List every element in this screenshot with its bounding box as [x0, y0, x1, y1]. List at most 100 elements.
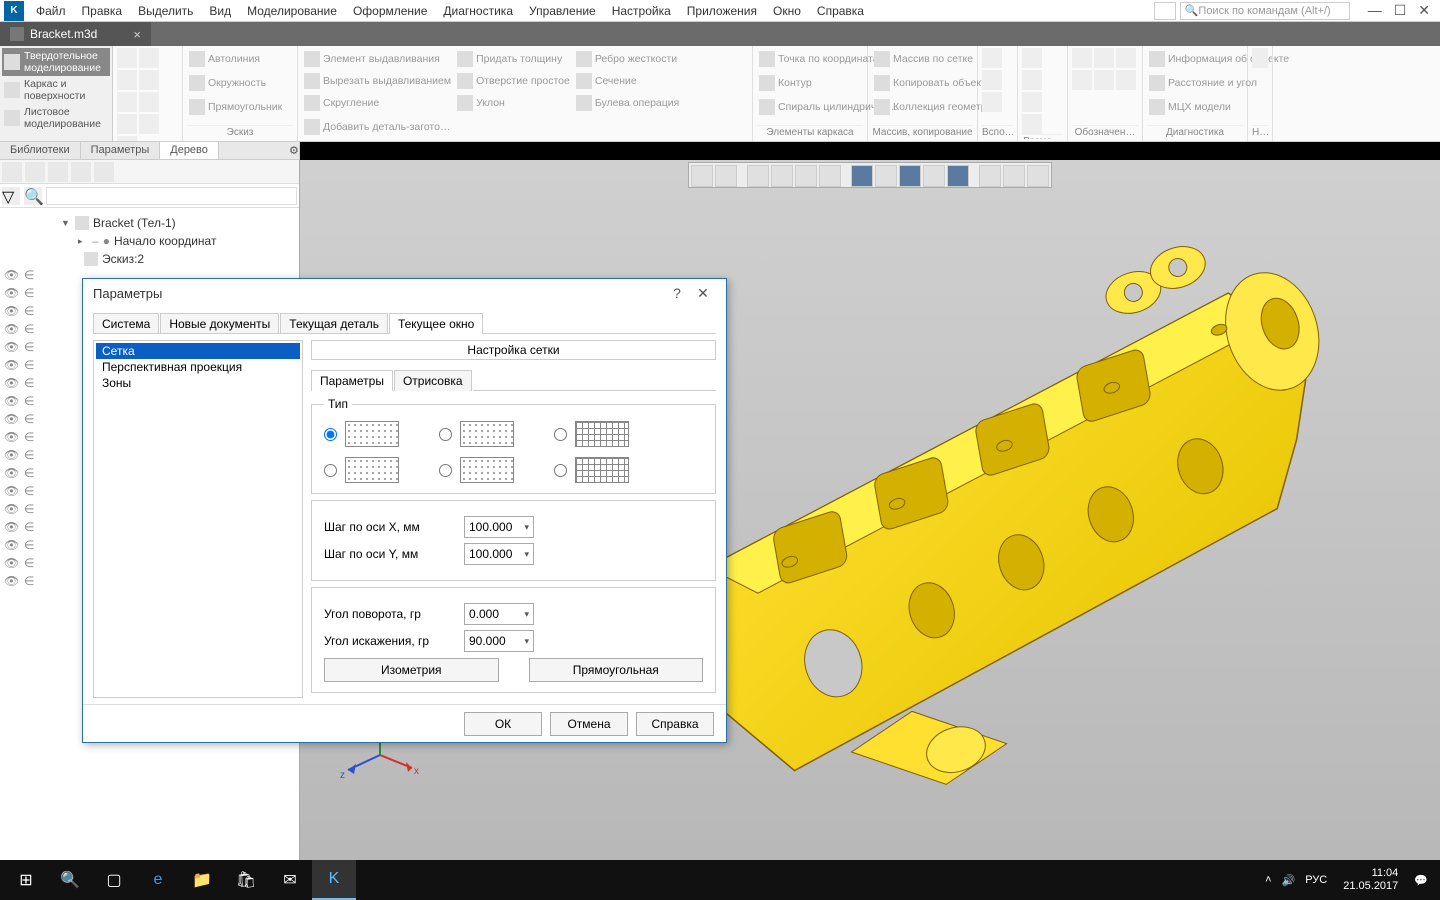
ribbon-btn[interactable] — [982, 48, 1002, 68]
eye-icon[interactable]: 👁 — [4, 466, 18, 480]
eye-icon[interactable]: 👁 — [4, 358, 18, 372]
eye-icon[interactable]: 👁 — [4, 520, 18, 534]
angle-dist-select[interactable]: 90.000▾ — [464, 630, 534, 652]
tray-volume-icon[interactable]: 🔊 — [1282, 874, 1296, 887]
dialog-titlebar[interactable]: Параметры ? ✕ — [83, 279, 726, 307]
vp-tool[interactable] — [819, 165, 841, 187]
eye-icon[interactable]: 👁 — [4, 268, 18, 282]
vp-tool[interactable] — [875, 165, 897, 187]
tree-tool[interactable] — [2, 162, 22, 182]
isometry-button[interactable]: Изометрия — [324, 658, 499, 682]
ribbon-btn[interactable] — [1022, 114, 1042, 134]
element-icon[interactable]: ∈ — [24, 268, 38, 282]
element-icon[interactable]: ∈ — [24, 574, 38, 588]
eye-icon[interactable]: 👁 — [4, 322, 18, 336]
element-icon[interactable]: ∈ — [24, 304, 38, 318]
kompas-taskbar-icon[interactable]: K — [312, 860, 356, 900]
tree-tool[interactable] — [94, 162, 114, 182]
ribbon-btn[interactable] — [1022, 70, 1042, 90]
ribbon-btn[interactable] — [1094, 48, 1114, 68]
tray-lang[interactable]: РУС — [1305, 874, 1327, 886]
ribbon-btn[interactable] — [982, 92, 1002, 112]
search-icon[interactable]: 🔍 — [24, 187, 42, 205]
cancel-button[interactable]: Отмена — [550, 712, 628, 736]
tool-boolean[interactable]: Булева операция — [574, 92, 681, 114]
dialog-help-icon[interactable]: ? — [664, 285, 690, 301]
ribbon-btn[interactable] — [139, 70, 159, 90]
tool-hole[interactable]: Отверстие простое — [455, 70, 572, 92]
eye-icon[interactable]: 👁 — [4, 448, 18, 462]
tab-parameters[interactable]: Параметры — [81, 142, 161, 159]
vp-tool[interactable] — [715, 165, 737, 187]
element-icon[interactable]: ∈ — [24, 412, 38, 426]
cat-perspective[interactable]: Перспективная проекция — [96, 359, 300, 375]
menu-help[interactable]: Справка — [809, 2, 872, 20]
element-icon[interactable]: ∈ — [24, 394, 38, 408]
eye-icon[interactable]: 👁 — [4, 286, 18, 300]
menu-manage[interactable]: Управление — [521, 2, 604, 20]
menu-diagnostics[interactable]: Диагностика — [435, 2, 521, 20]
mode-surface[interactable]: Каркас и поверхности — [2, 76, 110, 104]
tool-rect[interactable]: Прямоугольник — [187, 96, 284, 118]
ribbon-btn[interactable] — [117, 70, 137, 90]
ribbon-btn[interactable] — [117, 136, 137, 141]
tree-tool[interactable] — [25, 162, 45, 182]
notifications-icon[interactable]: 💬 — [1414, 874, 1428, 887]
help-button[interactable]: Справка — [636, 712, 714, 736]
element-icon[interactable]: ∈ — [24, 538, 38, 552]
ok-button[interactable]: ОК — [464, 712, 542, 736]
menu-apps[interactable]: Приложения — [679, 2, 765, 20]
element-icon[interactable]: ∈ — [24, 556, 38, 570]
eye-icon[interactable]: 👁 — [4, 574, 18, 588]
ribbon-btn[interactable] — [1072, 70, 1092, 90]
dlg-tab-system[interactable]: Система — [93, 313, 159, 334]
subtab-params[interactable]: Параметры — [311, 370, 393, 391]
element-icon[interactable]: ∈ — [24, 286, 38, 300]
grid-type-2[interactable] — [439, 421, 514, 447]
element-icon[interactable]: ∈ — [24, 430, 38, 444]
menu-settings[interactable]: Настройка — [604, 2, 679, 20]
ribbon-btn[interactable] — [117, 48, 137, 68]
mode-sheet[interactable]: Листовое моделирование — [2, 104, 110, 132]
vp-tool[interactable] — [923, 165, 945, 187]
vp-tool[interactable] — [899, 165, 921, 187]
ribbon-btn[interactable] — [117, 92, 137, 112]
tree-tool[interactable] — [48, 162, 68, 182]
vp-tool[interactable] — [747, 165, 769, 187]
close-tab-icon[interactable]: × — [133, 27, 141, 42]
vp-tool[interactable] — [979, 165, 1001, 187]
tool-cut-extrude[interactable]: Вырезать выдавливанием — [302, 70, 453, 92]
vp-tool[interactable] — [1003, 165, 1025, 187]
rectangular-button[interactable]: Прямоугольная — [529, 658, 704, 682]
taskbar-clock[interactable]: 11:04 21.05.2017 — [1337, 867, 1404, 893]
mode-solid[interactable]: Твердотельное моделирование — [2, 48, 110, 76]
eye-icon[interactable]: 👁 — [4, 484, 18, 498]
tool-rib[interactable]: Ребро жесткости — [574, 48, 681, 70]
close-app-button[interactable]: ✕ — [1418, 2, 1430, 19]
eye-icon[interactable]: 👁 — [4, 430, 18, 444]
start-button[interactable]: ⊞ — [4, 860, 48, 900]
dialog-close-icon[interactable]: ✕ — [690, 285, 716, 302]
ribbon-btn[interactable] — [117, 114, 137, 134]
dlg-tab-curpart[interactable]: Текущая деталь — [280, 313, 388, 334]
new-doc-icon[interactable] — [1154, 2, 1176, 20]
ribbon-btn[interactable] — [1072, 48, 1092, 68]
tool-circle[interactable]: Окружность — [187, 72, 284, 94]
ribbon-btn[interactable] — [1252, 48, 1268, 68]
vp-tool[interactable] — [947, 165, 969, 187]
tool-thicken[interactable]: Придать толщину — [455, 48, 572, 70]
tool-draft[interactable]: Уклон — [455, 92, 572, 114]
element-icon[interactable]: ∈ — [24, 484, 38, 498]
command-search[interactable]: 🔍 Поиск по командам (Alt+/) — [1180, 2, 1350, 20]
eye-icon[interactable]: 👁 — [4, 538, 18, 552]
vp-tool[interactable] — [795, 165, 817, 187]
tool-fillet[interactable]: Скругление — [302, 92, 453, 114]
eye-icon[interactable]: 👁 — [4, 412, 18, 426]
eye-icon[interactable]: 👁 — [4, 376, 18, 390]
mail-icon[interactable]: ✉ — [268, 860, 312, 900]
tool-shell[interactable]: Оболочка — [302, 138, 452, 141]
tray-chevron-icon[interactable]: ˄ — [1265, 874, 1271, 886]
ribbon-btn[interactable] — [139, 48, 159, 68]
minimize-button[interactable]: — — [1368, 2, 1382, 19]
ribbon-btn[interactable] — [1094, 70, 1114, 90]
